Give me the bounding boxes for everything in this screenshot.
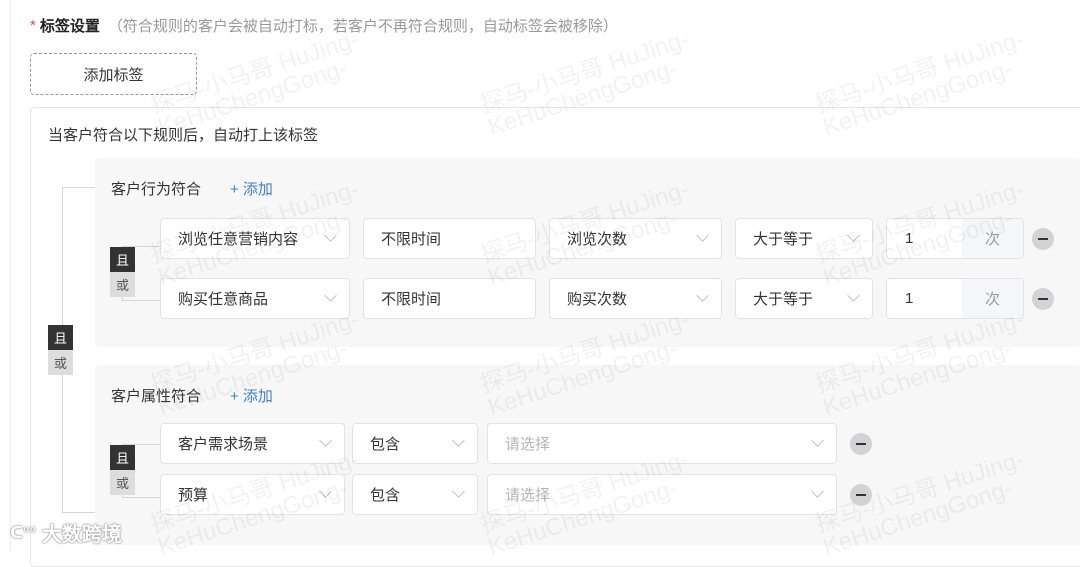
action-value: 购买任意商品 — [178, 291, 269, 308]
attribute-select[interactable]: 客户需求场景 — [160, 423, 345, 464]
action-select[interactable]: 浏览任意营销内容 — [160, 218, 350, 259]
value-select[interactable]: 请选择 — [487, 474, 837, 515]
time-select[interactable]: 不限时间 — [363, 278, 536, 319]
behavior-group-title: 客户行为符合 — [111, 181, 202, 198]
count-unit: 次 — [962, 219, 1023, 258]
metric-value: 购买次数 — [567, 291, 628, 308]
required-mark: * — [30, 17, 36, 34]
section-title: 标签设置 — [39, 18, 100, 35]
connector-line — [122, 300, 160, 301]
chevron-down-icon — [324, 289, 337, 302]
operator-value: 大于等于 — [753, 291, 814, 308]
outer-connector-bottom — [62, 512, 95, 513]
metric-select[interactable]: 购买次数 — [549, 278, 722, 319]
behavior-add-link[interactable]: + 添加 — [230, 178, 273, 199]
add-tag-button[interactable]: 添加标签 — [30, 53, 197, 95]
count-unit: 次 — [962, 279, 1023, 318]
outer-or-toggle[interactable]: 或 — [48, 350, 73, 375]
logo-icon: ᑕ°° — [10, 524, 36, 542]
action-value: 浏览任意营销内容 — [178, 231, 299, 248]
metric-select[interactable]: 浏览次数 — [549, 218, 722, 259]
remove-row-icon[interactable] — [850, 433, 872, 455]
behavior-or-toggle[interactable]: 或 — [110, 272, 135, 297]
remove-row-icon[interactable] — [1032, 288, 1054, 310]
rule-intro: 当客户符合以下规则后，自动打上该标签 — [48, 127, 319, 144]
attribute-group-title: 客户属性符合 — [111, 388, 202, 405]
chevron-down-icon — [847, 289, 860, 302]
chevron-down-icon — [696, 289, 709, 302]
attribute-value: 客户需求场景 — [178, 436, 269, 453]
chevron-down-icon — [452, 485, 465, 498]
count-input[interactable]: 1次 — [886, 278, 1024, 319]
time-select[interactable]: 不限时间 — [363, 218, 536, 259]
outer-and-toggle[interactable]: 且 — [48, 325, 73, 350]
operator-value: 包含 — [370, 487, 401, 504]
operator-value: 大于等于 — [753, 231, 814, 248]
chevron-down-icon — [696, 229, 709, 242]
count-input[interactable]: 1次 — [886, 218, 1024, 259]
chevron-down-icon — [452, 434, 465, 447]
metric-value: 浏览次数 — [567, 231, 628, 248]
attribute-select[interactable]: 预算 — [160, 474, 345, 515]
remove-row-icon[interactable] — [1032, 228, 1054, 250]
outer-connector-top — [62, 187, 95, 188]
value-placeholder: 请选择 — [505, 487, 551, 504]
time-value: 不限时间 — [381, 291, 442, 308]
chevron-down-icon — [811, 485, 824, 498]
section-header: * 标签设置 （符合规则的客户会被自动打标，若客户不再符合规则，自动标签会被移除… — [30, 15, 618, 36]
time-value: 不限时间 — [381, 231, 442, 248]
operator-select[interactable]: 大于等于 — [735, 278, 873, 319]
attribute-add-link[interactable]: + 添加 — [230, 385, 273, 406]
action-select[interactable]: 购买任意商品 — [160, 278, 350, 319]
value-select[interactable]: 请选择 — [487, 423, 837, 464]
operator-value: 包含 — [370, 436, 401, 453]
attribute-value: 预算 — [178, 487, 209, 504]
chevron-down-icon — [324, 229, 337, 242]
section-hint: （符合规则的客户会被自动打标，若客户不再符合规则，自动标签会被移除） — [107, 18, 618, 35]
count-value: 1 — [905, 290, 914, 307]
count-value: 1 — [905, 230, 914, 247]
behavior-and-toggle[interactable]: 且 — [110, 247, 135, 272]
chevron-down-icon — [319, 485, 332, 498]
chevron-down-icon — [319, 434, 332, 447]
attribute-and-toggle[interactable]: 且 — [110, 445, 135, 470]
operator-select[interactable]: 包含 — [352, 474, 478, 515]
chevron-down-icon — [811, 434, 824, 447]
operator-select[interactable]: 包含 — [352, 423, 478, 464]
watermark-logo: ᑕ°° 大数跨境 — [10, 518, 122, 547]
chevron-down-icon — [847, 229, 860, 242]
operator-select[interactable]: 大于等于 — [735, 218, 873, 259]
value-placeholder: 请选择 — [505, 436, 551, 453]
page-border — [10, 0, 11, 552]
connector-line — [122, 497, 160, 498]
remove-row-icon[interactable] — [850, 484, 872, 506]
attribute-or-toggle[interactable]: 或 — [110, 470, 135, 495]
logo-text: 大数跨境 — [41, 524, 122, 546]
